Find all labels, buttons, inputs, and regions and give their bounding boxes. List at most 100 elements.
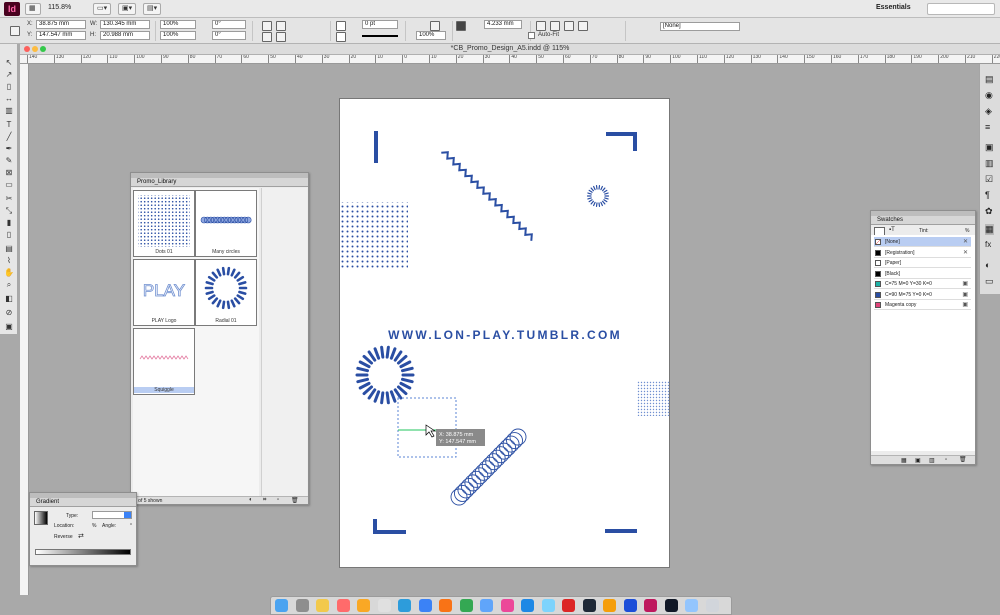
- text-wrap-icon[interactable]: ▥: [985, 158, 994, 169]
- library-item[interactable]: Dots 01: [133, 190, 195, 257]
- align-panel-icon[interactable]: ☑: [985, 174, 993, 185]
- content-collector-icon[interactable]: ▥: [3, 106, 15, 116]
- calendar-icon[interactable]: [336, 599, 350, 612]
- hand-tool-icon[interactable]: ✋: [3, 268, 15, 278]
- reminders-icon[interactable]: [377, 599, 391, 612]
- fill-stroke-icon[interactable]: ◧: [3, 294, 15, 304]
- skype-icon[interactable]: [398, 599, 411, 612]
- folder-icon[interactable]: [685, 599, 698, 612]
- character-panel-icon[interactable]: ✿: [985, 206, 993, 217]
- stroke-weight-field[interactable]: 0 pt: [362, 20, 398, 29]
- rectangle-tool-icon[interactable]: ▭: [3, 180, 15, 190]
- object-style-dropdown[interactable]: [None]: [660, 22, 740, 31]
- rectangle-frame-tool-icon[interactable]: ⊠: [3, 168, 15, 178]
- line-tool-icon[interactable]: ╱: [3, 132, 15, 142]
- library-item[interactable]: Many circles: [195, 190, 257, 257]
- reverse-icon[interactable]: ⇄: [78, 532, 84, 540]
- scissors-tool-icon[interactable]: ✂: [3, 194, 15, 204]
- reference-point-icon[interactable]: [10, 26, 20, 36]
- library-delete-icon[interactable]: 🗑: [291, 497, 299, 504]
- layers-panel-icon[interactable]: ◈: [985, 106, 992, 117]
- stroke-offset-field[interactable]: 4.233 mm: [484, 20, 522, 29]
- illustrator-icon[interactable]: [603, 599, 616, 612]
- effects-panel-icon[interactable]: fx: [985, 240, 991, 249]
- gradient-tool-icon[interactable]: ▮: [3, 218, 15, 228]
- swatch-row[interactable]: C=90 M=75 Y=0 K=0 ▣: [874, 290, 971, 300]
- center-content-icon[interactable]: [564, 21, 574, 31]
- delete-swatch-icon[interactable]: 🗑: [959, 456, 967, 463]
- workspace-switcher[interactable]: Essentials: [876, 4, 911, 11]
- finder-icon[interactable]: [275, 599, 288, 612]
- container-format-icon[interactable]: ▪T: [889, 227, 895, 233]
- vertical-ruler[interactable]: [20, 64, 29, 595]
- scale-x-field[interactable]: 100%: [160, 20, 196, 29]
- selection-tool-icon[interactable]: ↖: [3, 58, 15, 68]
- safari-icon[interactable]: [418, 599, 432, 612]
- links-panel-icon[interactable]: ◉: [985, 90, 993, 101]
- arrange-documents-button[interactable]: ▤▾: [143, 3, 161, 15]
- library-scroll-area[interactable]: [261, 188, 307, 500]
- view-options-button[interactable]: ▭▾: [93, 3, 111, 15]
- indesign-icon[interactable]: [644, 599, 657, 612]
- gradient-panel-icon[interactable]: ▭: [985, 276, 994, 287]
- wrap-none-icon[interactable]: [456, 21, 466, 31]
- opacity-field[interactable]: 100%: [416, 31, 446, 40]
- bridge-button[interactable]: ▦: [25, 3, 41, 15]
- type-tool-icon[interactable]: T: [3, 120, 15, 130]
- mail-icon[interactable]: [480, 599, 493, 612]
- notes-icon[interactable]: [316, 599, 329, 612]
- fit-content-icon[interactable]: [536, 21, 546, 31]
- type-dropdown[interactable]: [92, 511, 132, 519]
- gap-tool-icon[interactable]: ↔: [3, 94, 15, 104]
- swatch-row[interactable]: [Black]: [874, 269, 971, 279]
- library-place-icon[interactable]: ⌗: [263, 497, 266, 504]
- shear-field[interactable]: 0°: [212, 31, 246, 40]
- autofit-checkbox[interactable]: [528, 32, 535, 39]
- flip-vertical-icon[interactable]: [276, 32, 286, 42]
- rotation-field[interactable]: 0°: [212, 20, 246, 29]
- swatch-row[interactable]: Magenta copy ▣: [874, 300, 971, 310]
- pdf-icon[interactable]: [562, 599, 575, 612]
- gradient-ramp[interactable]: [35, 549, 131, 555]
- terminal-icon[interactable]: [664, 599, 678, 612]
- width-field[interactable]: 130.345 mm: [100, 20, 150, 29]
- fx-icon[interactable]: [430, 21, 440, 31]
- library-item[interactable]: Squiggle: [133, 328, 195, 395]
- rotate-ccw-icon[interactable]: [276, 21, 286, 31]
- cc-libraries-icon[interactable]: ▣: [985, 142, 994, 153]
- fill-frame-icon[interactable]: [578, 21, 588, 31]
- color-panel-icon[interactable]: ◐: [985, 260, 990, 270]
- chrome-icon[interactable]: [459, 599, 473, 612]
- direct-selection-tool-icon[interactable]: ↗: [3, 70, 15, 80]
- x-field[interactable]: 38.875 mm: [36, 20, 86, 29]
- firefox-icon[interactable]: [439, 599, 452, 612]
- fit-frame-icon[interactable]: [550, 21, 560, 31]
- zoom-tool-icon[interactable]: ⌕: [3, 280, 15, 290]
- scale-y-field[interactable]: 100%: [160, 31, 196, 40]
- document-page[interactable]: WWW.LON-PLAY.TUMBLR.COM X: 38.875 mm Y: …: [339, 98, 670, 568]
- library-item[interactable]: Radial 01: [195, 259, 257, 326]
- trash-icon[interactable]: [705, 599, 719, 612]
- swatches-panel-icon[interactable]: ▦: [985, 224, 994, 235]
- zoom-level[interactable]: 115.8%: [48, 4, 71, 11]
- paragraph-panel-icon[interactable]: ¶: [985, 190, 990, 200]
- page-tool-icon[interactable]: ▯: [3, 82, 15, 92]
- swatch-row[interactable]: [Registration] ✕: [874, 248, 971, 258]
- horizontal-ruler[interactable]: 140 130 120 110 100 90 80 70 60 50 40 30 20 10 0 10 20 30…: [20, 55, 1000, 64]
- search-input[interactable]: [927, 3, 995, 15]
- stroke-swatch-icon[interactable]: [336, 32, 346, 42]
- gradient-feather-tool-icon[interactable]: ▯: [3, 230, 15, 240]
- eyedropper-tool-icon[interactable]: ⌇: [3, 256, 15, 266]
- y-field[interactable]: 147.547 mm: [36, 31, 86, 40]
- free-transform-tool-icon[interactable]: ⤡: [3, 206, 15, 216]
- note-tool-icon[interactable]: ▤: [3, 244, 15, 254]
- library-info-icon[interactable]: ◐: [249, 497, 253, 503]
- pencil-tool-icon[interactable]: ✎: [3, 156, 15, 166]
- stroke-type-preview[interactable]: [362, 35, 398, 37]
- itunes-icon[interactable]: [500, 599, 514, 612]
- preview-icon[interactable]: [541, 599, 555, 612]
- screen-mode-icon[interactable]: ▣: [3, 322, 15, 332]
- swatch-row[interactable]: [None] ✕: [874, 237, 971, 247]
- document-tab[interactable]: *CB_Promo_Design_A5.indd @ 115%: [20, 44, 1000, 55]
- fill-swatch-icon[interactable]: [336, 21, 346, 31]
